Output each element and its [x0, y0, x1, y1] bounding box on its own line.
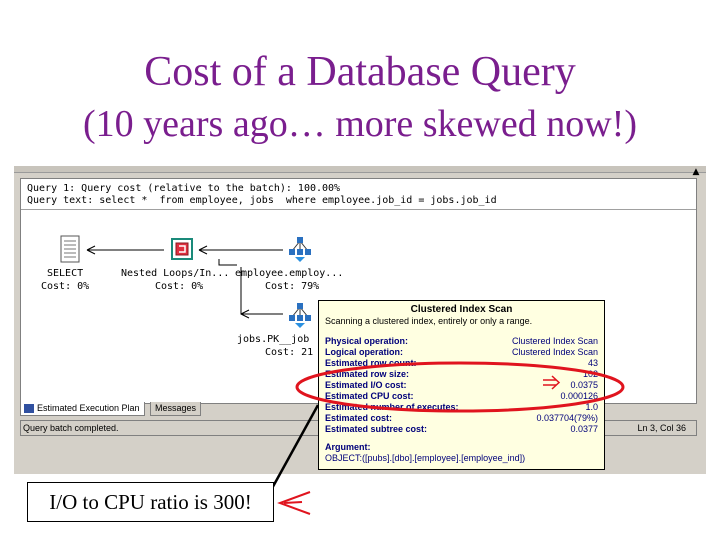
- tooltip-row: Estimated subtree cost: 0.0377: [325, 424, 598, 435]
- tooltip-row: Logical operation: Clustered Index Scan: [325, 347, 598, 358]
- tooltip-row-label: Estimated I/O cost:: [325, 380, 407, 390]
- tooltip-row-value: Clustered Index Scan: [511, 336, 598, 346]
- tab-label: Messages: [155, 403, 197, 413]
- tooltip-row-label: Estimated subtree cost:: [325, 424, 428, 434]
- cursor-position: Ln 3, Col 36: [637, 423, 686, 433]
- tooltip-row: Physical operation: Clustered Index Scan: [325, 336, 598, 347]
- red-arrow-icon: [277, 491, 311, 515]
- tooltip-row-value: 102: [582, 369, 598, 379]
- tab-label: Estimated Execution Plan: [37, 403, 140, 413]
- tooltip-row-label: Estimated row count:: [325, 358, 417, 368]
- operator-tooltip: Clustered Index Scan Scanning a clustere…: [318, 300, 605, 470]
- scroll-up-arrow-icon[interactable]: ▲: [690, 166, 702, 178]
- tooltip-row-cpu-cost: Estimated CPU cost: 0.000126: [325, 391, 598, 402]
- tooltip-title: Clustered Index Scan: [410, 304, 513, 315]
- tooltip-row-label: Physical operation:: [325, 336, 409, 346]
- tooltip-row-label: Estimated number of executes:: [325, 402, 459, 412]
- tooltip-row: Estimated number of executes: 1.0: [325, 402, 598, 413]
- tooltip-row: Estimated row count: 43: [325, 358, 598, 369]
- tooltip-row-label: Estimated row size:: [325, 369, 410, 379]
- callout-box: I/O to CPU ratio is 300!: [27, 482, 274, 522]
- tooltip-row: Estimated row size: 102: [325, 369, 598, 380]
- tooltip-row-label: Estimated CPU cost:: [325, 391, 414, 401]
- tooltip-row-value: 0.0375: [570, 380, 598, 390]
- tooltip-row: Estimated cost: 0.037704(79%): [325, 413, 598, 424]
- tooltip-argument-label: Argument:: [325, 442, 371, 452]
- tooltip-row-value: 0.037704(79%): [536, 413, 598, 423]
- tab-estimated-execution-plan[interactable]: Estimated Execution Plan: [20, 402, 145, 416]
- tab-messages[interactable]: Messages: [150, 402, 202, 416]
- window-top-edge: [14, 166, 706, 173]
- tooltip-row-value: 0.000126: [560, 391, 598, 401]
- tooltip-description: Scanning a clustered index, entirely or …: [325, 316, 533, 326]
- tooltip-row-io-cost: Estimated I/O cost: 0.0375: [325, 380, 598, 391]
- tooltip-row-label: Estimated cost:: [325, 413, 393, 423]
- plan-icon: [24, 404, 34, 413]
- slide-subtitle: (10 years ago… more skewed now!): [83, 103, 637, 145]
- tooltip-row-label: Logical operation:: [325, 347, 404, 357]
- tooltip-row-value: 1.0: [585, 402, 598, 412]
- tooltip-row-value: 0.0377: [570, 424, 598, 434]
- plan-connectors: [86, 245, 283, 319]
- tooltip-row-value: 43: [587, 358, 598, 368]
- status-text: Query batch completed.: [23, 423, 119, 433]
- tooltip-argument-value: OBJECT:([pubs].[dbo].[employee].[employe…: [325, 453, 526, 463]
- tooltip-row-value: Clustered Index Scan: [511, 347, 598, 357]
- result-tabs: Estimated Execution Plan Messages: [20, 402, 320, 416]
- slide-title: Cost of a Database Query: [144, 49, 576, 95]
